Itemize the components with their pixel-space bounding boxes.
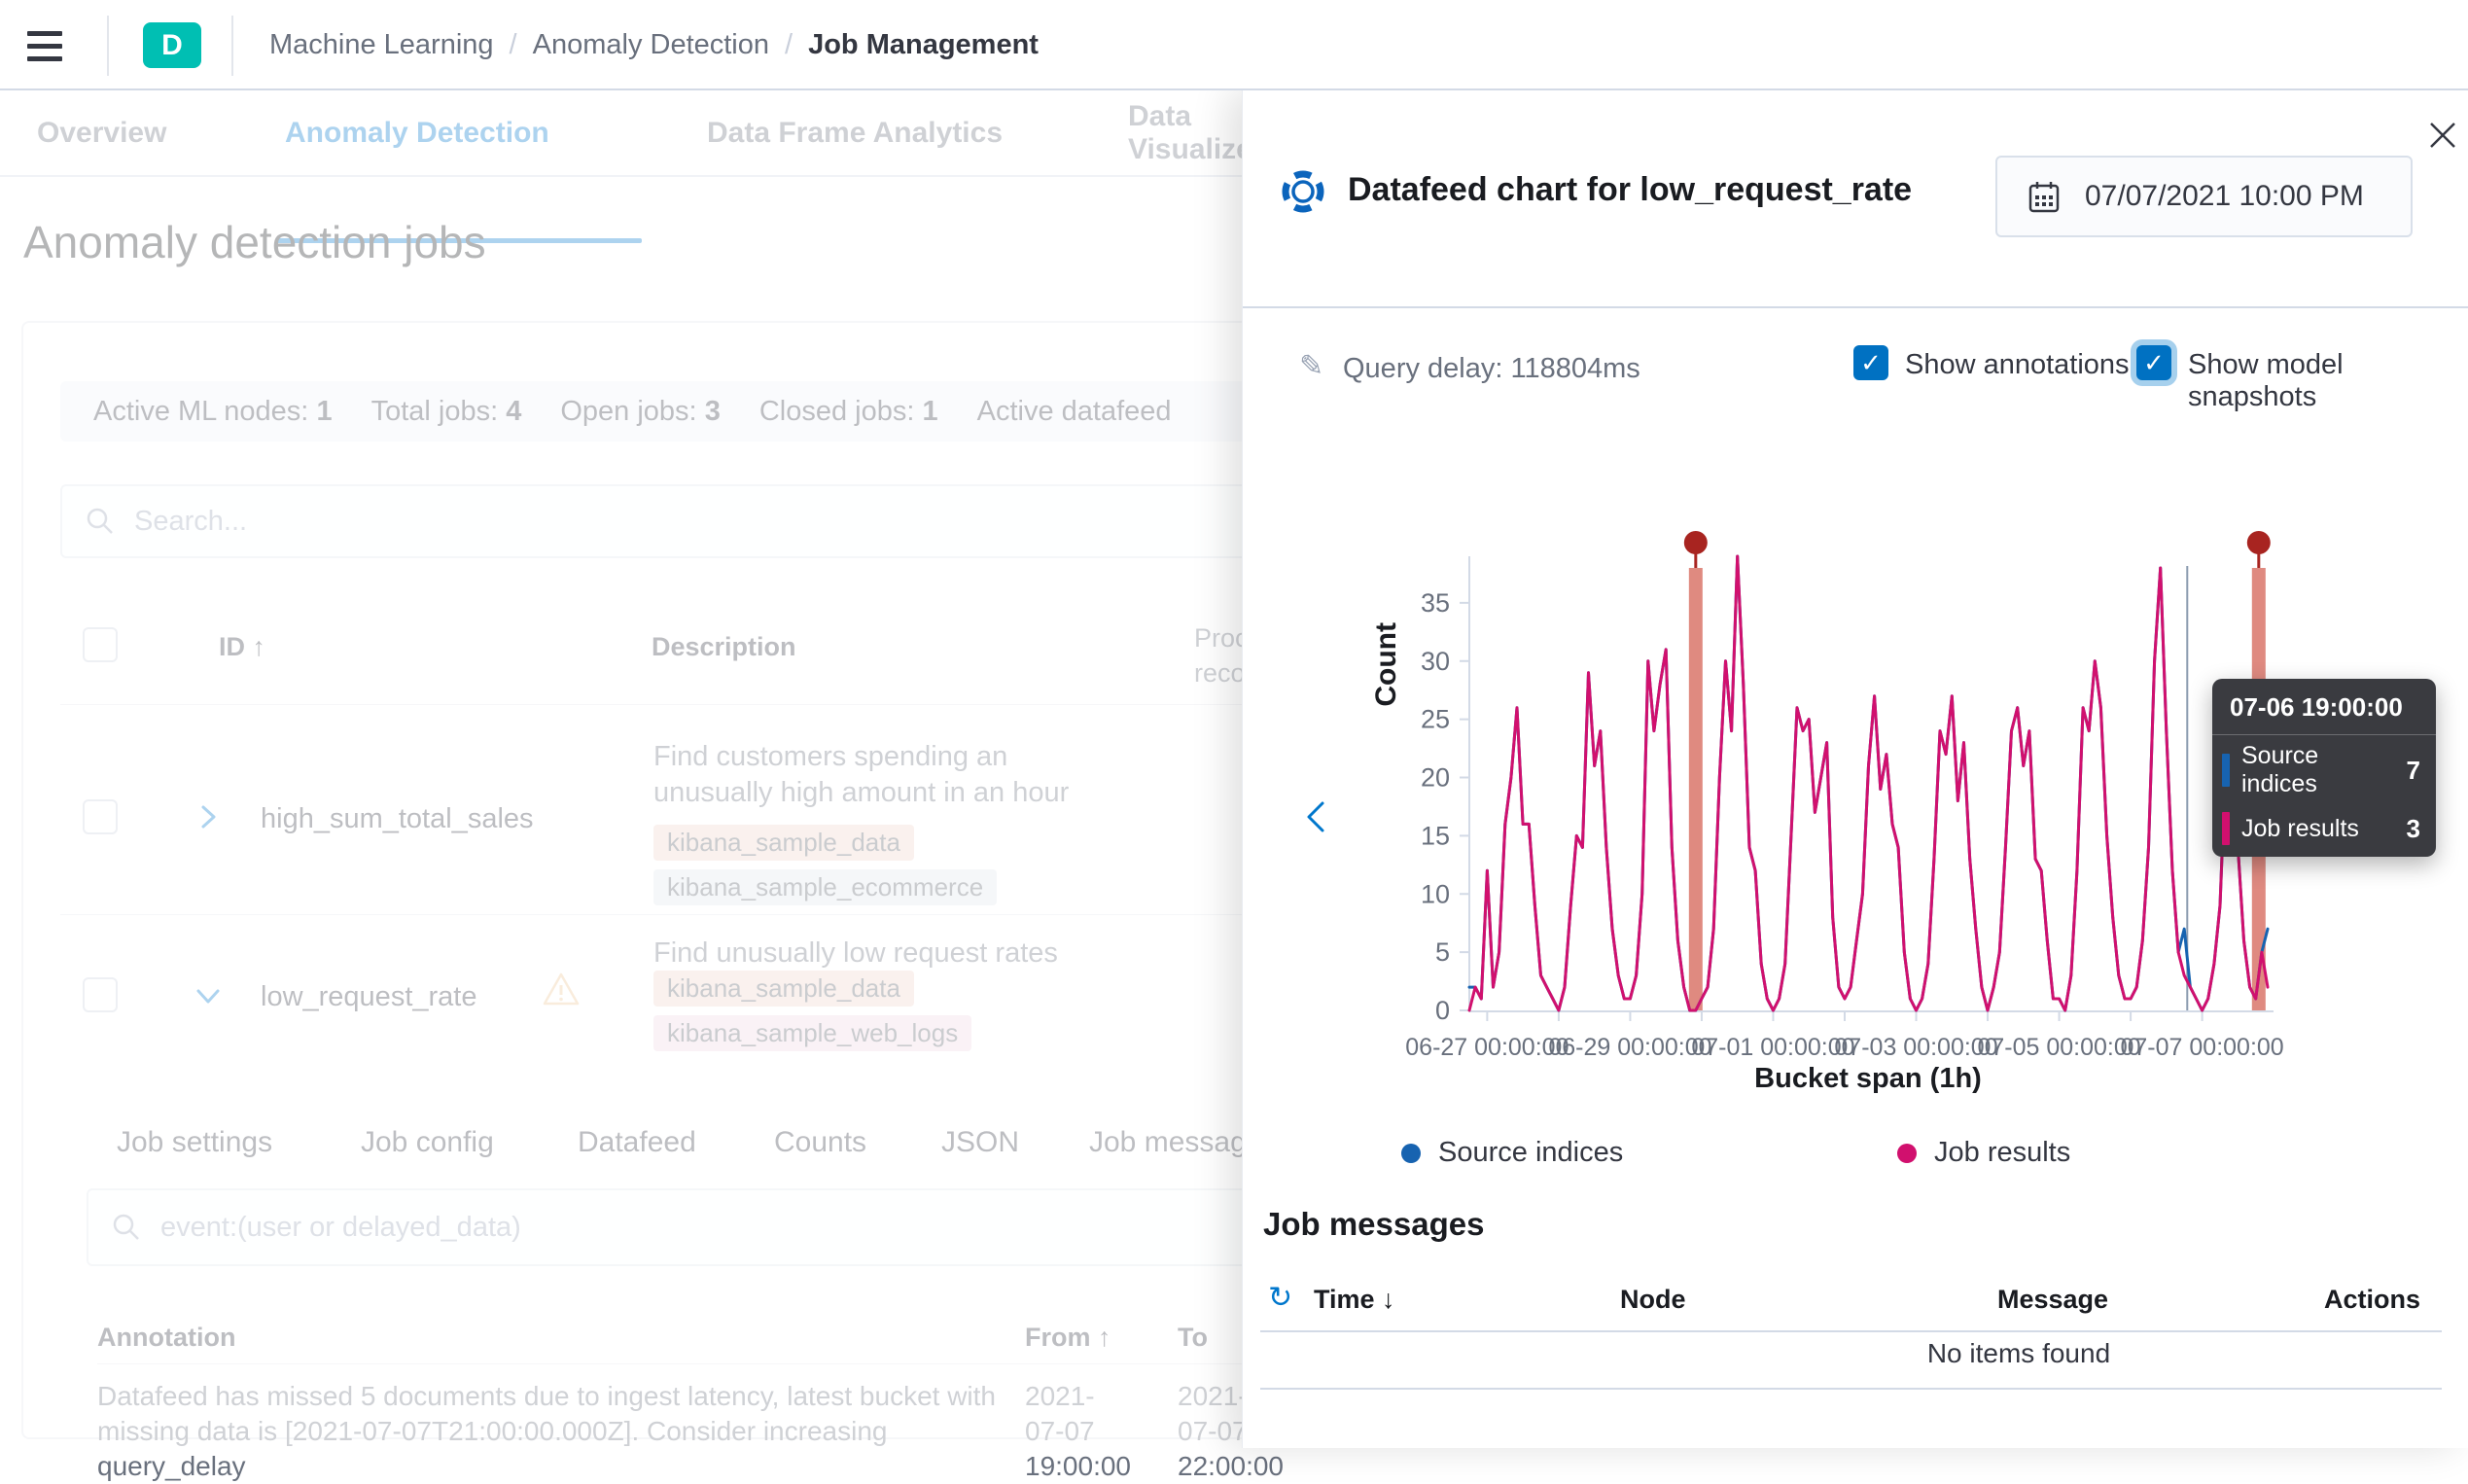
header-divider	[107, 16, 109, 76]
datafeed-chart-flyout: Datafeed chart for low_request_rate 07/0…	[1242, 90, 2468, 1448]
y-tick-label: 30	[1421, 647, 1450, 676]
breadcrumb: Machine Learning / Anomaly Detection / J…	[269, 0, 1039, 90]
breadcrumb-item[interactable]: Machine Learning	[269, 29, 494, 61]
legend-label-job-results[interactable]: Job results	[1934, 1137, 2070, 1169]
y-tick-label: 15	[1421, 821, 1450, 850]
series-color-bar	[2222, 812, 2230, 845]
breadcrumb-item-current: Job Management	[808, 29, 1039, 61]
edit-icon[interactable]: ✎	[1299, 349, 1323, 383]
tooltip-row: Source indices 7	[2212, 735, 2436, 805]
column-header-actions: Actions	[2324, 1285, 2420, 1315]
y-tick-label: 0	[1435, 996, 1450, 1025]
refresh-icon[interactable]: ↻	[1268, 1281, 1292, 1315]
tooltip-series-label: Source indices	[2241, 742, 2395, 798]
breadcrumb-separator: /	[510, 29, 517, 61]
x-tick-label: 06-29 00:00:00	[1548, 1034, 1711, 1061]
show-annotations-checkbox[interactable]: ✓	[1853, 345, 1888, 380]
column-header-node[interactable]: Node	[1620, 1285, 1686, 1315]
legend-dot-source-indices	[1401, 1144, 1421, 1163]
menu-icon[interactable]	[21, 23, 68, 68]
tooltip-series-value: 7	[2407, 756, 2420, 786]
breadcrumb-separator: /	[785, 29, 793, 61]
query-delay-label: Query delay: 118804ms	[1343, 353, 1640, 385]
x-tick-label: 07-07 00:00:00	[2121, 1034, 2284, 1061]
series-line-job-results	[1469, 556, 2268, 1010]
chevron-left-icon[interactable]	[1296, 795, 1339, 838]
x-tick-label: 07-01 00:00:00	[1691, 1034, 1854, 1061]
x-tick-label: 06-27 00:00:00	[1405, 1034, 1569, 1061]
tooltip-series-label: Job results	[2241, 815, 2359, 843]
show-model-snapshots-checkbox[interactable]: ✓	[2136, 345, 2171, 380]
flyout-title: Datafeed chart for low_request_rate	[1348, 171, 1912, 209]
show-annotations-label: Show annotations	[1905, 349, 2130, 381]
y-tick-label: 20	[1421, 763, 1450, 793]
date-picker-value: 07/07/2021 10:00 PM	[2085, 180, 2364, 213]
flyout-divider	[1243, 306, 2468, 308]
calendar-icon	[2027, 179, 2062, 214]
series-color-bar	[2222, 754, 2230, 787]
date-picker[interactable]: 07/07/2021 10:00 PM	[1995, 156, 2413, 237]
column-header-time[interactable]: Time ↓	[1314, 1285, 1395, 1315]
y-tick-label: 25	[1421, 705, 1450, 734]
overlay-mask	[0, 90, 1243, 1448]
header-divider	[231, 16, 233, 76]
sort-desc-icon: ↓	[1382, 1285, 1395, 1314]
y-tick-label: 10	[1421, 879, 1450, 908]
tooltip-series-value: 3	[2407, 814, 2420, 844]
legend-label-source-indices[interactable]: Source indices	[1438, 1137, 1623, 1169]
job-messages-title: Job messages	[1263, 1206, 1484, 1243]
close-icon[interactable]	[2421, 114, 2464, 157]
breadcrumb-item[interactable]: Anomaly Detection	[533, 29, 769, 61]
y-tick-label: 5	[1435, 937, 1450, 967]
show-model-snapshots-label: Show model snapshots	[2188, 349, 2468, 413]
column-header-message[interactable]: Message	[1997, 1285, 2108, 1315]
x-axis-title: Bucket span (1h)	[1576, 1063, 2160, 1095]
datafeed-chart-icon	[1280, 168, 1326, 215]
x-tick-label: 07-05 00:00:00	[1977, 1034, 2140, 1061]
table-divider	[1260, 1330, 2442, 1332]
app-header: D Machine Learning / Anomaly Detection /…	[0, 0, 2468, 90]
table-divider	[1260, 1388, 2442, 1390]
deployment-avatar[interactable]: D	[143, 22, 201, 68]
tooltip-row: Job results 3	[2212, 805, 2436, 857]
legend-dot-job-results	[1897, 1144, 1917, 1163]
x-tick-label: 07-03 00:00:00	[1834, 1034, 1997, 1061]
chart-tooltip: 07-06 19:00:00 Source indices 7 Job resu…	[2212, 679, 2436, 857]
empty-table-message: No items found	[1460, 1338, 2468, 1369]
annotation-band[interactable]	[1689, 568, 1703, 1010]
tooltip-timestamp: 07-06 19:00:00	[2212, 679, 2436, 735]
y-tick-label: 35	[1421, 588, 1450, 618]
